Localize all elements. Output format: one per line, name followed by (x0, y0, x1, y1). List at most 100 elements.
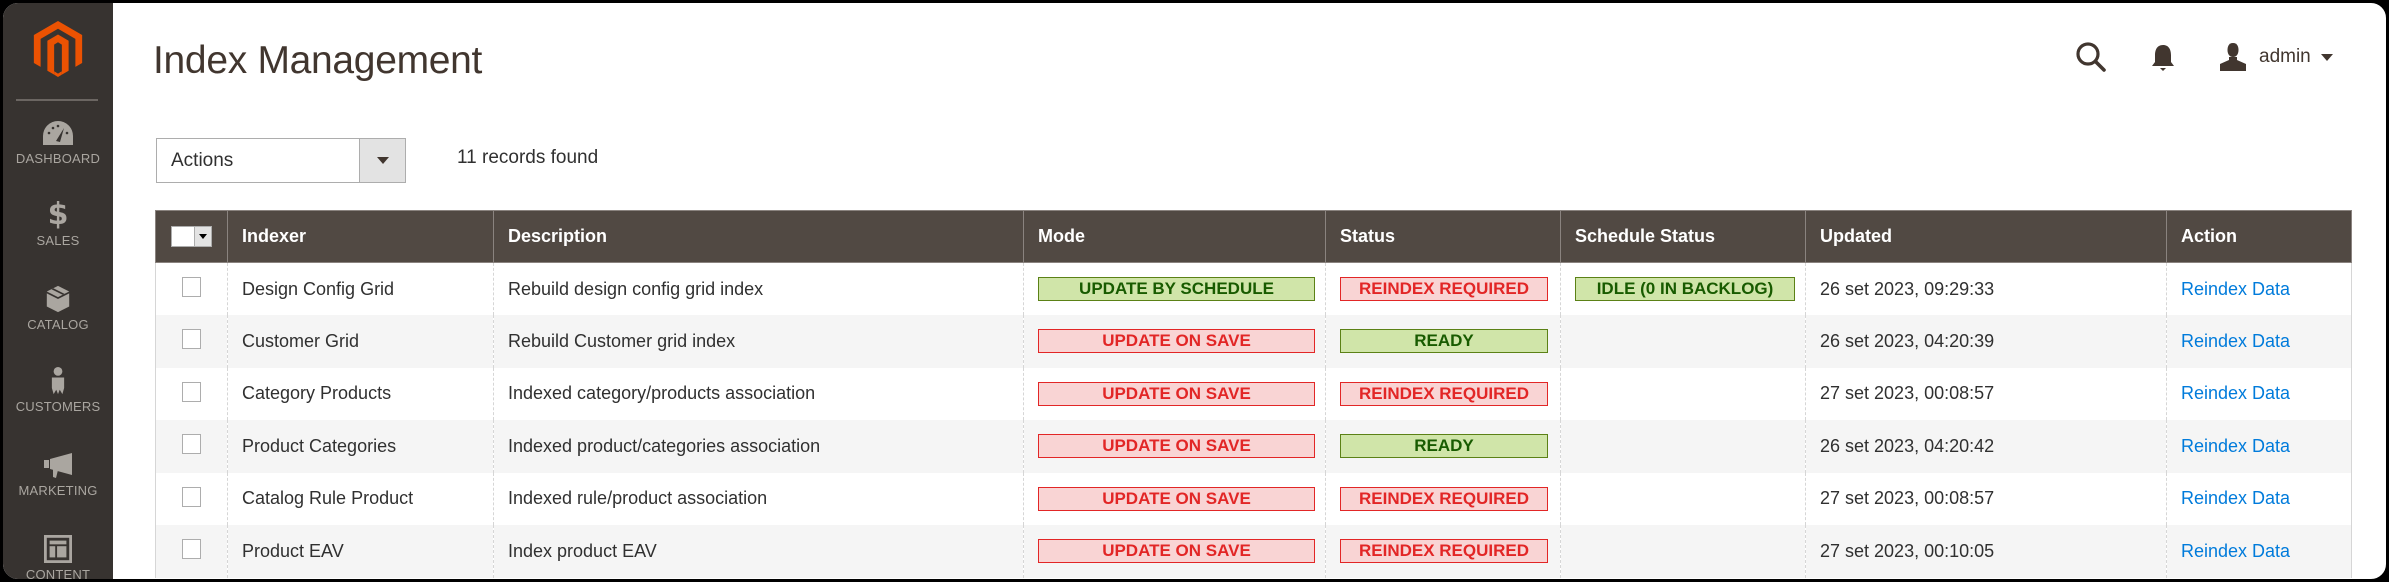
status-cell: REINDEX REQUIRED (1325, 472, 1561, 525)
magento-logo[interactable] (33, 21, 83, 77)
updated-timestamp: 27 set 2023, 00:08:57 (1805, 367, 2167, 420)
indexer-description: Rebuild design config grid index (493, 262, 1024, 315)
row-checkbox[interactable] (182, 276, 201, 297)
schedule-status-cell (1560, 367, 1806, 420)
sidebar-item-label: DASHBOARD (15, 151, 101, 166)
indexer-description: Rebuild Customer grid index (493, 315, 1024, 368)
action-cell: Reindex Data (2166, 420, 2352, 473)
reindex-data-link[interactable]: Reindex Data (2181, 488, 2290, 508)
grid-body: Design Config Grid Rebuild design config… (155, 262, 2352, 578)
row-select-cell (155, 525, 228, 578)
updated-timestamp: 26 set 2023, 09:29:33 (1805, 262, 2167, 315)
mass-select-header (155, 210, 228, 263)
indexer-name: Design Config Grid (227, 262, 494, 315)
indexer-grid: Indexer Description Mode Status Schedule… (155, 210, 2352, 578)
sidebar-item-customers[interactable]: CUSTOMERS (3, 367, 113, 414)
reindex-data-link[interactable]: Reindex Data (2181, 436, 2290, 456)
indexer-name: Product Categories (227, 420, 494, 473)
megaphone-icon (44, 453, 72, 478)
status-cell: REINDEX REQUIRED (1325, 367, 1561, 420)
actions-dropdown[interactable]: Actions (156, 138, 406, 183)
reindex-data-link[interactable]: Reindex Data (2181, 279, 2290, 299)
mode-cell: UPDATE ON SAVE (1023, 367, 1326, 420)
mass-select-toggle[interactable] (194, 227, 211, 247)
row-checkbox[interactable] (182, 486, 201, 507)
user-menu[interactable]: admin (2219, 41, 2333, 73)
mode-badge: UPDATE ON SAVE (1038, 539, 1315, 564)
logo-divider (16, 99, 98, 101)
sidebar-item-label: MARKETING (18, 483, 98, 498)
indexer-name: Category Products (227, 367, 494, 420)
search-icon[interactable] (2075, 41, 2107, 73)
reindex-data-link[interactable]: Reindex Data (2181, 331, 2290, 351)
table-row: Product EAV Index product EAV UPDATE ON … (155, 525, 2352, 578)
status-badge: REINDEX REQUIRED (1340, 277, 1548, 301)
sidebar-item-label: CUSTOMERS (15, 399, 101, 414)
sidebar-item-label: CATALOG (27, 317, 89, 332)
schedule-status-badge: IDLE (0 IN BACKLOG) (1575, 277, 1795, 301)
row-select-cell (155, 367, 228, 420)
user-icon (2220, 43, 2246, 71)
column-header-description[interactable]: Description (493, 210, 1024, 263)
updated-timestamp: 26 set 2023, 04:20:42 (1805, 420, 2167, 473)
records-count: 11 records found (457, 147, 599, 168)
sidebar-item-sales[interactable]: $ SALES (3, 197, 113, 249)
sidebar-item-label: SALES (36, 233, 80, 248)
column-header-action[interactable]: Action (2166, 210, 2352, 263)
indexer-description: Indexed product/categories association (493, 420, 1024, 473)
admin-sidebar: DASHBOARD $ SALES CATALOG CUSTOMERS MARK… (3, 3, 113, 579)
column-header-updated[interactable]: Updated (1805, 210, 2167, 263)
mode-cell: UPDATE ON SAVE (1023, 472, 1326, 525)
action-cell: Reindex Data (2166, 472, 2352, 525)
column-header-mode[interactable]: Mode (1023, 210, 1326, 263)
status-cell: READY (1325, 315, 1561, 368)
column-header-status[interactable]: Status (1325, 210, 1561, 263)
layout-icon (44, 535, 72, 563)
box-icon (46, 285, 70, 313)
sidebar-item-content[interactable]: CONTENT (3, 535, 113, 579)
indexer-name: Customer Grid (227, 315, 494, 368)
indexer-description: Indexed category/products association (493, 367, 1024, 420)
status-cell: REINDEX REQUIRED (1325, 262, 1561, 315)
column-header-schedule-status[interactable]: Schedule Status (1560, 210, 1806, 263)
row-select-cell (155, 472, 228, 525)
row-checkbox[interactable] (182, 434, 201, 454)
schedule-status-cell (1560, 472, 1806, 525)
sidebar-item-marketing[interactable]: MARKETING (3, 451, 113, 498)
row-checkbox[interactable] (182, 329, 201, 349)
row-select-cell (155, 420, 228, 473)
chevron-down-icon (376, 157, 389, 164)
mode-cell: UPDATE ON SAVE (1023, 525, 1326, 578)
mode-cell: UPDATE ON SAVE (1023, 315, 1326, 368)
sidebar-item-catalog[interactable]: CATALOG (3, 285, 113, 332)
page-title: Index Management (153, 39, 483, 82)
updated-timestamp: 26 set 2023, 04:20:39 (1805, 315, 2167, 368)
reindex-data-link[interactable]: Reindex Data (2181, 541, 2290, 561)
sidebar-item-dashboard[interactable]: DASHBOARD (3, 119, 113, 166)
mode-badge: UPDATE ON SAVE (1038, 434, 1315, 459)
status-cell: READY (1325, 420, 1561, 473)
column-header-indexer[interactable]: Indexer (227, 210, 494, 263)
indexer-description: Index product EAV (493, 525, 1024, 578)
reindex-data-link[interactable]: Reindex Data (2181, 383, 2290, 403)
row-select-cell (155, 315, 228, 368)
chevron-down-icon (199, 234, 207, 240)
mass-select-checkbox[interactable] (172, 227, 194, 247)
mode-cell: UPDATE BY SCHEDULE (1023, 262, 1326, 315)
grid-header-row: Indexer Description Mode Status Schedule… (155, 210, 2352, 263)
row-checkbox[interactable] (182, 539, 201, 559)
bell-icon[interactable] (2149, 43, 2177, 73)
actions-dropdown-toggle[interactable] (359, 139, 405, 182)
indexer-name: Catalog Rule Product (227, 472, 494, 525)
table-row: Customer Grid Rebuild Customer grid inde… (155, 315, 2352, 368)
status-badge: READY (1340, 329, 1548, 354)
action-cell: Reindex Data (2166, 262, 2352, 315)
updated-timestamp: 27 set 2023, 00:10:05 (1805, 525, 2167, 578)
dollar-icon: $ (47, 197, 69, 232)
mass-select-dropdown[interactable] (171, 226, 212, 248)
status-badge: READY (1340, 434, 1548, 459)
app-window: DASHBOARD $ SALES CATALOG CUSTOMERS MARK… (0, 0, 2389, 582)
row-checkbox[interactable] (182, 381, 201, 402)
status-badge: REINDEX REQUIRED (1340, 539, 1548, 564)
schedule-status-cell (1560, 420, 1806, 473)
